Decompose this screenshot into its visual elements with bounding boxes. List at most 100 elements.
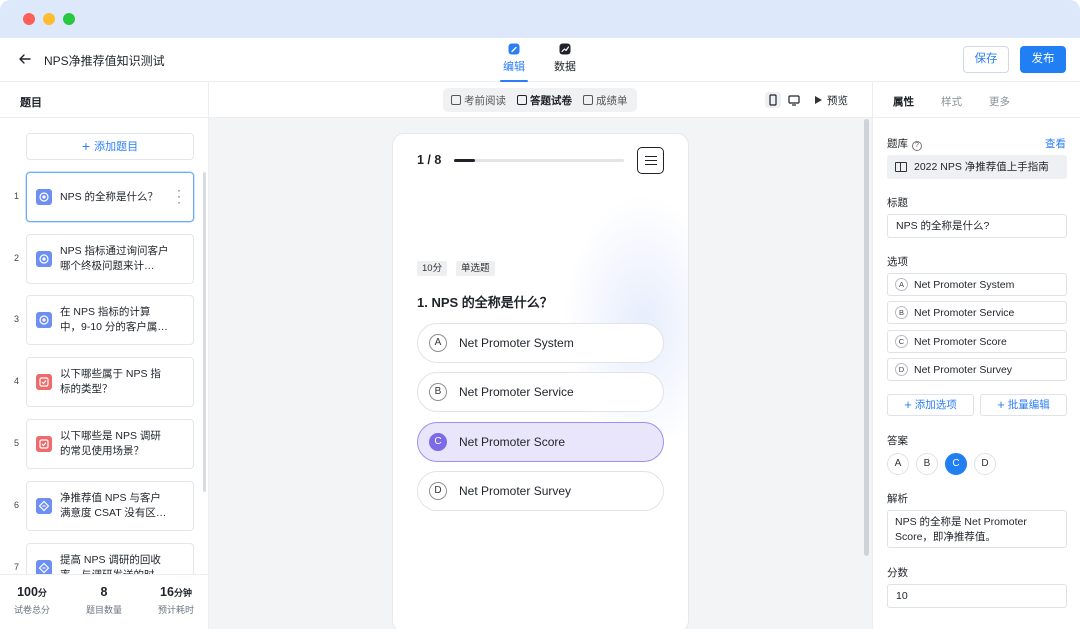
question-card-6[interactable]: 净推荐值 NPS 与客户满意度 CSAT 没有区…: [26, 481, 194, 531]
preview-label: 预览: [827, 95, 848, 107]
question-list-scrollbar[interactable]: [203, 172, 206, 492]
option-input-c[interactable]: C Net Promoter Score: [887, 330, 1067, 353]
question-list-panel: 题目 + 添加题目 1 NPS 的全称是什么？ · · · 2 NPS 指标通过询问客…: [0, 82, 209, 629]
tab-properties[interactable]: 属性: [893, 94, 914, 109]
question-bank-label: 题库?: [887, 136, 922, 151]
answer-c[interactable]: C: [945, 453, 967, 475]
question-number: 6: [14, 500, 20, 510]
segment-pre-reading[interactable]: 考前阅读: [451, 93, 506, 108]
tab-more[interactable]: 更多: [989, 94, 1010, 109]
edit-icon: [508, 43, 520, 55]
option-a[interactable]: A Net Promoter System: [417, 323, 664, 363]
judge-icon: [36, 560, 52, 574]
question-card-3[interactable]: 在 NPS 指标的计算中，9-10 分的客户属…: [26, 295, 194, 345]
question-number: 2: [14, 253, 20, 263]
question-text: NPS 的全称是什么？: [60, 191, 159, 203]
help-icon[interactable]: ?: [912, 141, 922, 151]
segment-label: 答题试卷: [530, 95, 572, 107]
tab-data[interactable]: 数据: [545, 42, 585, 74]
preview-canvas: 考前阅读 答题试卷 成绩单 预览 1 / 8 10分 单选题 1. NPS 的全…: [209, 82, 872, 629]
add-question-label: 添加题目: [94, 141, 139, 153]
batch-edit-label: 批量编辑: [1007, 399, 1050, 411]
list-icon-line: [645, 160, 657, 162]
tab-edit[interactable]: 编辑: [494, 42, 534, 82]
option-text: Net Promoter Service: [459, 385, 574, 399]
batch-edit-button[interactable]: + 批量编辑: [980, 394, 1067, 416]
stat-question-count: 8 题目数量: [74, 585, 134, 616]
stat-value: 100: [17, 585, 38, 599]
score-input[interactable]: 10: [887, 584, 1067, 608]
add-option-button[interactable]: + 添加选项: [887, 394, 974, 416]
option-b[interactable]: B Net Promoter Service: [417, 372, 664, 412]
answer-b[interactable]: B: [916, 453, 938, 475]
tab-style[interactable]: 样式: [941, 94, 962, 109]
answer-a[interactable]: A: [887, 453, 909, 475]
single-choice-icon: [36, 251, 52, 267]
top-toolbar: NPS净推荐值知识测试 编辑 数据 保存 发布: [0, 38, 1080, 82]
question-list-button[interactable]: [637, 147, 664, 174]
close-window-button[interactable]: [23, 13, 35, 25]
answer-d[interactable]: D: [974, 453, 996, 475]
title-input[interactable]: NPS 的全称是什么?: [887, 214, 1067, 238]
option-input-a[interactable]: A Net Promoter System: [887, 273, 1067, 296]
progress-counter: 1 / 8: [417, 153, 442, 167]
preview-button[interactable]: 预览: [815, 93, 848, 108]
segment-label: 考前阅读: [464, 95, 506, 107]
document-title: NPS净推荐值知识测试: [44, 54, 165, 68]
list-item: 1 NPS 的全称是什么？ · · ·: [0, 172, 208, 224]
segment-label: 成绩单: [596, 95, 628, 107]
type-tag: 单选题: [456, 261, 495, 276]
stat-total-score: 100分 试卷总分: [2, 585, 62, 616]
question-list-header: 题目: [0, 82, 208, 118]
question-card-1[interactable]: NPS 的全称是什么？ · · ·: [26, 172, 194, 222]
progress-bar-fill: [454, 159, 476, 162]
mobile-view-icon[interactable]: [765, 92, 781, 108]
question-number: 3: [14, 314, 20, 324]
stat-estimated-time: 16分钟 预计耗时: [146, 585, 206, 616]
question-card-7[interactable]: 提高 NPS 调研的回收率，与调研发送的时…: [26, 543, 194, 574]
view-bank-link[interactable]: 查看: [1045, 136, 1066, 151]
question-number: 5: [14, 438, 20, 448]
option-input-b[interactable]: B Net Promoter Service: [887, 301, 1067, 324]
plus-icon: +: [904, 397, 912, 412]
minimize-window-button[interactable]: [43, 13, 55, 25]
stat-unit: 分钟: [173, 588, 192, 598]
segment-report-card[interactable]: 成绩单: [583, 93, 628, 108]
save-button[interactable]: 保存: [963, 46, 1009, 73]
back-arrow-icon[interactable]: [18, 52, 32, 66]
stat-value: 16: [160, 585, 174, 599]
option-text: Net Promoter Score: [914, 336, 1007, 348]
answer-label: 答案: [887, 435, 908, 447]
plus-icon: +: [81, 138, 91, 154]
option-input-d[interactable]: D Net Promoter Survey: [887, 358, 1067, 381]
question-card-4[interactable]: 以下哪些属于 NPS 指标的类型？: [26, 357, 194, 407]
question-card-2[interactable]: NPS 指标通过询问客户哪个终极问题来计…: [26, 234, 194, 284]
option-text: Net Promoter Service: [914, 307, 1015, 319]
question-bank-label-text: 题库: [887, 138, 908, 150]
stat-label: 预计耗时: [157, 605, 194, 615]
paper-icon: [517, 95, 527, 105]
option-key: B: [429, 383, 447, 401]
maximize-window-button[interactable]: [63, 13, 75, 25]
canvas-scrollbar[interactable]: [864, 119, 869, 556]
option-text: Net Promoter Survey: [459, 484, 572, 498]
question-bank-field[interactable]: 2022 NPS 净推荐值上手指南: [887, 155, 1067, 179]
list-icon-line: [645, 164, 657, 166]
add-question-button[interactable]: + 添加题目: [26, 133, 194, 160]
single-choice-icon: [36, 189, 52, 205]
more-options-icon[interactable]: · · ·: [177, 184, 181, 208]
desktop-view-icon[interactable]: [786, 92, 802, 108]
preview-toolbar: 考前阅读 答题试卷 成绩单 预览: [209, 82, 872, 118]
list-icon-line: [645, 156, 657, 158]
title-bar: [0, 0, 1080, 38]
list-item: 3 在 NPS 指标的计算中，9-10 分的客户属…: [0, 295, 208, 347]
segment-answer-sheet[interactable]: 答题试卷: [517, 93, 572, 108]
option-d[interactable]: D Net Promoter Survey: [417, 471, 664, 511]
option-key: A: [895, 278, 908, 291]
question-card-5[interactable]: 以下哪些是 NPS 调研的常见使用场景？: [26, 419, 194, 469]
option-key: A: [429, 334, 447, 352]
option-c[interactable]: C Net Promoter Score: [417, 422, 664, 462]
explanation-textarea[interactable]: NPS 的全称是 Net Promoter Score，即净推荐值。: [887, 510, 1067, 548]
publish-button[interactable]: 发布: [1020, 46, 1066, 73]
question-bank-value: 2022 NPS 净推荐值上手指南: [914, 161, 1049, 173]
